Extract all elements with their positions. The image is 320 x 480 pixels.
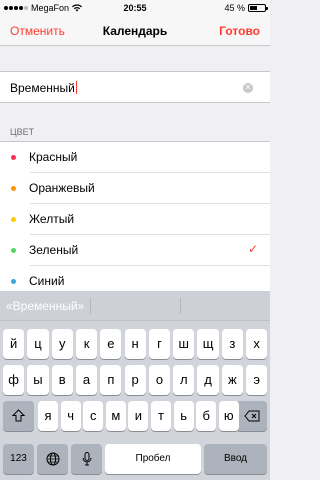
letter-key[interactable]: ц bbox=[27, 329, 49, 359]
letter-key[interactable]: и bbox=[128, 401, 149, 431]
letter-key[interactable]: ь bbox=[173, 401, 194, 431]
letter-key[interactable]: щ bbox=[197, 329, 219, 359]
battery-fill bbox=[250, 6, 258, 10]
color-row[interactable]: Красный bbox=[0, 142, 270, 173]
globe-icon bbox=[46, 452, 59, 466]
letter-key[interactable]: л bbox=[173, 365, 195, 395]
predictive-divider bbox=[180, 298, 181, 314]
letter-key[interactable]: ч bbox=[60, 401, 81, 431]
text-cursor bbox=[75, 81, 77, 94]
letter-key[interactable]: м bbox=[105, 401, 126, 431]
letter-key[interactable]: з bbox=[221, 329, 243, 359]
calendar-name-field[interactable]: Временный ✕ bbox=[0, 71, 270, 103]
letter-key[interactable]: г bbox=[148, 329, 171, 359]
color-label: Синий bbox=[29, 274, 65, 288]
checkmark-icon: ✓ bbox=[247, 242, 258, 256]
letter-key[interactable]: б bbox=[196, 401, 217, 431]
clear-icon[interactable]: ✕ bbox=[243, 83, 253, 93]
color-dot-icon bbox=[11, 155, 16, 160]
done-button[interactable]: Готово bbox=[219, 24, 260, 38]
predictive-divider bbox=[90, 298, 91, 314]
return-key[interactable]: Ввод bbox=[204, 444, 267, 474]
letter-key[interactable]: с bbox=[83, 401, 104, 431]
space-key[interactable]: Пробел bbox=[105, 444, 201, 474]
letter-key[interactable]: э bbox=[246, 365, 268, 395]
numbers-key[interactable]: 123 bbox=[3, 444, 34, 474]
battery-percent: 45 % bbox=[224, 3, 245, 13]
backspace-icon bbox=[243, 410, 259, 422]
letter-key[interactable]: ш bbox=[173, 329, 195, 359]
letter-key[interactable]: р bbox=[124, 365, 146, 395]
shift-icon bbox=[11, 409, 26, 422]
keyboard: «Временный» 123 Пробел Ввод йцукенгшщзх ф… bbox=[0, 291, 270, 480]
color-label: Зеленый bbox=[29, 243, 79, 257]
globe-key[interactable] bbox=[37, 444, 68, 474]
letter-key[interactable]: д bbox=[197, 365, 219, 395]
color-list: Красный Оранжевый Желтый Зеленый ✓ Синий bbox=[0, 141, 270, 297]
letter-key[interactable]: х bbox=[246, 329, 268, 359]
color-dot-icon bbox=[11, 279, 16, 284]
color-dot-icon bbox=[11, 186, 16, 191]
letter-key[interactable]: ж bbox=[221, 365, 243, 395]
status-bar: MegaFon 20:55 45 % bbox=[0, 0, 270, 16]
letter-key[interactable]: ю bbox=[218, 401, 239, 431]
calendar-name-input[interactable]: Временный bbox=[10, 81, 77, 95]
battery-icon bbox=[248, 4, 268, 12]
letter-key[interactable]: я bbox=[38, 401, 58, 431]
letter-key[interactable]: т bbox=[151, 401, 171, 431]
calendar-name-value: Временный bbox=[10, 81, 75, 95]
letter-key[interactable]: о bbox=[148, 365, 171, 395]
predictive-bar: «Временный» bbox=[0, 291, 270, 321]
letter-key[interactable]: й bbox=[3, 329, 25, 359]
color-dot-icon bbox=[11, 248, 16, 253]
color-row[interactable]: Зеленый ✓ bbox=[0, 235, 270, 266]
letter-key[interactable]: ы bbox=[27, 365, 49, 395]
color-section-header: ЦВЕТ bbox=[10, 127, 35, 137]
letter-key[interactable]: ф bbox=[3, 365, 25, 395]
letter-key[interactable]: п bbox=[100, 365, 122, 395]
letter-key[interactable]: в bbox=[51, 365, 73, 395]
color-dot-icon bbox=[11, 217, 16, 222]
color-label: Красный bbox=[29, 150, 78, 164]
color-row[interactable]: Оранжевый bbox=[0, 173, 270, 204]
backspace-key[interactable] bbox=[236, 401, 267, 431]
color-row[interactable]: Желтый bbox=[0, 204, 270, 235]
letter-key[interactable]: у bbox=[51, 329, 73, 359]
color-label: Оранжевый bbox=[29, 181, 95, 195]
letter-key[interactable]: е bbox=[100, 329, 122, 359]
letter-key[interactable]: к bbox=[75, 329, 98, 359]
status-right: 45 % bbox=[224, 3, 268, 13]
predictive-suggestion[interactable]: «Временный» bbox=[6, 291, 84, 321]
navigation-bar: Отменить Календарь Готово bbox=[0, 16, 270, 46]
letter-key[interactable]: а bbox=[75, 365, 98, 395]
color-label: Желтый bbox=[29, 212, 75, 226]
shift-key[interactable] bbox=[3, 401, 34, 431]
microphone-icon bbox=[82, 452, 91, 466]
dictation-key[interactable] bbox=[71, 444, 102, 474]
letter-key[interactable]: н bbox=[124, 329, 146, 359]
